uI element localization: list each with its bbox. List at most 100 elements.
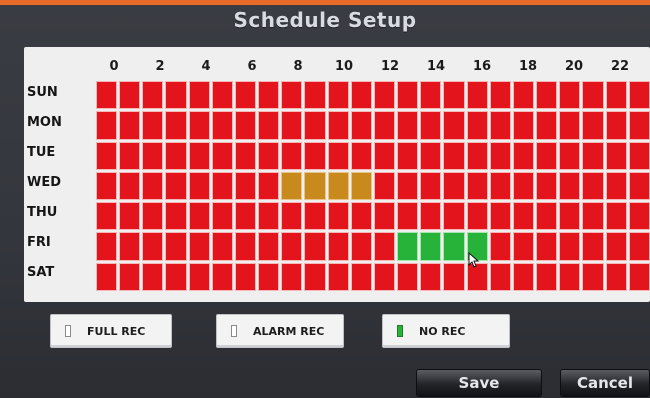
schedule-cell-thu-5[interactable]: [211, 202, 233, 231]
schedule-cell-mon-2[interactable]: [142, 111, 164, 140]
schedule-cell-mon-18[interactable]: [512, 111, 535, 140]
schedule-cell-tue-11[interactable]: [350, 141, 372, 170]
schedule-cell-wed-5[interactable]: [211, 171, 233, 201]
schedule-cell-wed-17[interactable]: [489, 171, 511, 201]
schedule-cell-tue-15[interactable]: [443, 141, 465, 170]
schedule-cell-tue-18[interactable]: [512, 141, 535, 170]
schedule-cell-tue-6[interactable]: [234, 141, 257, 170]
schedule-cell-thu-18[interactable]: [512, 202, 535, 231]
schedule-cell-thu-21[interactable]: [582, 202, 604, 231]
full-rec-button[interactable]: FULL REC: [50, 314, 172, 348]
schedule-cell-mon-9[interactable]: [304, 111, 326, 140]
schedule-cell-wed-7[interactable]: [258, 171, 280, 201]
schedule-cell-sat-13[interactable]: [397, 262, 419, 291]
schedule-cell-wed-23[interactable]: [628, 171, 650, 201]
schedule-cell-fri-10[interactable]: [327, 232, 349, 261]
schedule-cell-mon-19[interactable]: [536, 111, 558, 140]
schedule-cell-fri-22[interactable]: [605, 232, 627, 261]
schedule-cell-wed-19[interactable]: [536, 171, 558, 201]
schedule-cell-tue-2[interactable]: [142, 141, 164, 170]
schedule-cell-sat-12[interactable]: [373, 262, 396, 291]
schedule-cell-wed-11[interactable]: [350, 171, 372, 201]
schedule-cell-mon-7[interactable]: [258, 111, 280, 140]
schedule-cell-sat-3[interactable]: [165, 262, 187, 291]
schedule-cell-sun-23[interactable]: [628, 81, 650, 110]
schedule-cell-sat-10[interactable]: [327, 262, 349, 291]
schedule-cell-sat-19[interactable]: [536, 262, 558, 291]
schedule-cell-wed-12[interactable]: [373, 171, 396, 201]
schedule-cell-fri-19[interactable]: [536, 232, 558, 261]
schedule-cell-thu-12[interactable]: [373, 202, 396, 231]
schedule-cell-sun-8[interactable]: [281, 81, 303, 110]
schedule-cell-thu-15[interactable]: [443, 202, 465, 231]
schedule-cell-mon-20[interactable]: [559, 111, 581, 140]
schedule-cell-thu-13[interactable]: [397, 202, 419, 231]
schedule-cell-sun-3[interactable]: [165, 81, 187, 110]
schedule-cell-sun-13[interactable]: [397, 81, 419, 110]
schedule-cell-sat-20[interactable]: [559, 262, 581, 291]
schedule-cell-wed-20[interactable]: [559, 171, 581, 201]
schedule-cell-wed-9[interactable]: [304, 171, 326, 201]
schedule-cell-wed-2[interactable]: [142, 171, 164, 201]
schedule-cell-mon-21[interactable]: [582, 111, 604, 140]
schedule-cell-mon-12[interactable]: [373, 111, 396, 140]
schedule-cell-mon-4[interactable]: [188, 111, 210, 140]
schedule-cell-fri-0[interactable]: [96, 232, 118, 261]
schedule-cell-mon-8[interactable]: [281, 111, 303, 140]
schedule-cell-mon-11[interactable]: [350, 111, 372, 140]
schedule-cell-thu-4[interactable]: [188, 202, 210, 231]
schedule-cell-sat-9[interactable]: [304, 262, 326, 291]
schedule-cell-tue-19[interactable]: [536, 141, 558, 170]
schedule-cell-sat-11[interactable]: [350, 262, 372, 291]
schedule-cell-thu-8[interactable]: [281, 202, 303, 231]
schedule-cell-thu-22[interactable]: [605, 202, 627, 231]
schedule-cell-sun-5[interactable]: [211, 81, 233, 110]
schedule-cell-tue-20[interactable]: [559, 141, 581, 170]
schedule-cell-sun-21[interactable]: [582, 81, 604, 110]
schedule-cell-mon-15[interactable]: [443, 111, 465, 140]
schedule-cell-sat-2[interactable]: [142, 262, 164, 291]
schedule-cell-thu-19[interactable]: [536, 202, 558, 231]
schedule-cell-mon-14[interactable]: [420, 111, 442, 140]
schedule-cell-thu-23[interactable]: [628, 202, 650, 231]
schedule-cell-sat-17[interactable]: [489, 262, 511, 291]
schedule-cell-wed-18[interactable]: [512, 171, 535, 201]
schedule-cell-fri-13[interactable]: [397, 232, 419, 261]
schedule-cell-fri-8[interactable]: [281, 232, 303, 261]
schedule-cell-sat-15[interactable]: [443, 262, 465, 291]
schedule-cell-fri-17[interactable]: [489, 232, 511, 261]
schedule-cell-mon-6[interactable]: [234, 111, 257, 140]
schedule-cell-fri-1[interactable]: [119, 232, 141, 261]
schedule-cell-wed-21[interactable]: [582, 171, 604, 201]
schedule-cell-tue-23[interactable]: [628, 141, 650, 170]
schedule-cell-sat-23[interactable]: [628, 262, 650, 291]
schedule-cell-sun-15[interactable]: [443, 81, 465, 110]
schedule-cell-sun-2[interactable]: [142, 81, 164, 110]
schedule-cell-thu-14[interactable]: [420, 202, 442, 231]
schedule-cell-fri-15[interactable]: [443, 232, 465, 261]
cancel-button[interactable]: Cancel: [560, 369, 650, 397]
schedule-cell-fri-4[interactable]: [188, 232, 210, 261]
schedule-cell-tue-13[interactable]: [397, 141, 419, 170]
schedule-cell-sun-7[interactable]: [258, 81, 280, 110]
schedule-cell-thu-1[interactable]: [119, 202, 141, 231]
schedule-cell-wed-0[interactable]: [96, 171, 118, 201]
schedule-cell-sun-4[interactable]: [188, 81, 210, 110]
schedule-cell-fri-5[interactable]: [211, 232, 233, 261]
schedule-cell-sat-6[interactable]: [234, 262, 257, 291]
schedule-cell-tue-0[interactable]: [96, 141, 118, 170]
schedule-cell-wed-22[interactable]: [605, 171, 627, 201]
schedule-cell-thu-6[interactable]: [234, 202, 257, 231]
schedule-cell-fri-21[interactable]: [582, 232, 604, 261]
schedule-cell-sun-16[interactable]: [466, 81, 488, 110]
schedule-cell-thu-10[interactable]: [327, 202, 349, 231]
schedule-cell-wed-10[interactable]: [327, 171, 349, 201]
schedule-cell-tue-12[interactable]: [373, 141, 396, 170]
schedule-cell-tue-1[interactable]: [119, 141, 141, 170]
schedule-cell-sun-17[interactable]: [489, 81, 511, 110]
schedule-cell-fri-7[interactable]: [258, 232, 280, 261]
schedule-cell-tue-21[interactable]: [582, 141, 604, 170]
schedule-cell-wed-1[interactable]: [119, 171, 141, 201]
schedule-cell-sun-11[interactable]: [350, 81, 372, 110]
schedule-cell-sat-5[interactable]: [211, 262, 233, 291]
